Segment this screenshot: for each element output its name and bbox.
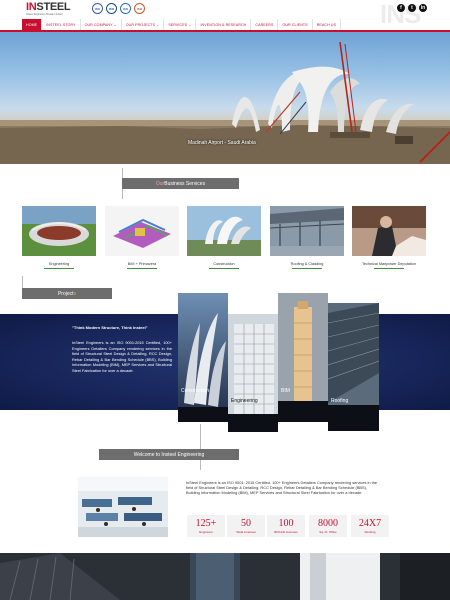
nav-reach-us[interactable]: REACH US	[313, 19, 342, 30]
logo-wordmark: INSTEEL	[26, 1, 71, 13]
service-label: Technical Manpower Deputation	[361, 262, 417, 266]
service-underline	[209, 268, 239, 269]
iso-badge-icon: ISO	[120, 3, 131, 14]
footer-building-image	[0, 553, 450, 600]
engineering-image	[22, 206, 96, 256]
nav-insteel-story[interactable]: INSTEEL STORY	[42, 19, 81, 30]
service-card-construction[interactable]: Construction	[187, 206, 261, 269]
projects-heading: "Think Modern Structure, Think Insteel"	[72, 325, 148, 330]
nav-careers[interactable]: CAREERS	[251, 19, 279, 30]
section-connector-line	[122, 189, 123, 199]
section-connector-line	[122, 168, 123, 178]
stat-tekla-licenses: 50 Tekla Licenses	[227, 515, 265, 537]
service-label: Engineering	[48, 262, 70, 266]
facebook-icon[interactable]: f	[397, 4, 405, 12]
nav-our-company[interactable]: OUR COMPANY ⌄	[81, 19, 122, 30]
iso-badge-icon: ISO	[92, 3, 103, 14]
projects-title-bar: Project s	[22, 288, 112, 299]
project-card-construction[interactable]: Construction	[178, 293, 228, 422]
construction-project-image	[178, 293, 228, 422]
project-card-label: Engineering	[231, 398, 258, 404]
nav-our-clients[interactable]: OUR CLIENTS	[278, 19, 313, 30]
service-card-manpower[interactable]: Technical Manpower Deputation	[352, 206, 426, 269]
stat-office-size: 8000 Sq. Ft. Office	[309, 515, 347, 537]
service-card-engineering[interactable]: Engineering	[22, 206, 96, 269]
projects-title-prefix: Project	[57, 290, 74, 297]
linkedin-icon[interactable]: in	[419, 4, 427, 12]
stat-bocad-licenses: 100 BOCAD Licenses	[267, 515, 305, 537]
bim-image	[105, 206, 179, 256]
stat-engineers: 125+ Engineers	[187, 515, 225, 537]
stat-label: Sq. Ft. Office	[319, 530, 337, 534]
project-card-label: Construction	[181, 388, 210, 394]
office-image	[78, 477, 168, 537]
stat-value: 50	[241, 518, 251, 529]
section-connector-line	[200, 460, 201, 470]
nav-our-projects[interactable]: OUR PROJECTS ⌄	[122, 19, 165, 30]
iso-badge-icon: ISO	[106, 3, 117, 14]
service-label: Construction	[213, 262, 235, 266]
page: INSTEEL Insteel Engineers Private Limite…	[0, 0, 450, 600]
main-nav: HOME INSTEEL STORY OUR COMPANY ⌄ OUR PRO…	[22, 19, 342, 30]
project-card-bim[interactable]: BIM	[278, 293, 328, 422]
certification-badges: ISO ISO ISO ISO	[92, 3, 145, 14]
services-title-prefix: Our	[155, 180, 165, 187]
services-title-rest: Business Services	[164, 180, 206, 187]
section-connector-line	[200, 424, 201, 449]
stat-label: BOCAD Licenses	[274, 530, 298, 534]
stat-value: 125+	[195, 518, 217, 529]
nav-invention-research[interactable]: INVENTION & RESEARCH	[196, 19, 252, 30]
bim-project-image	[278, 293, 328, 422]
service-underline	[44, 268, 74, 269]
project-card-engineering[interactable]: Engineering	[228, 314, 278, 432]
stat-label: Tekla Licenses	[236, 530, 256, 534]
service-underline	[127, 268, 157, 269]
projects-description: InSteel Engineers is an ISO 9001:2015 Ce…	[72, 340, 172, 373]
iso-badge-icon: ISO	[134, 3, 145, 14]
service-underline	[374, 268, 404, 269]
stat-value: 100	[278, 518, 294, 529]
roofing-image	[270, 206, 344, 256]
hero-caption: Madinah Airport - Saudi Arabia	[188, 140, 256, 146]
about-description: InSteel Engineers is an ISO 9001: 2015 C…	[186, 480, 378, 496]
twitter-icon[interactable]: t	[408, 4, 416, 12]
about-title-bar: Welcome to Insteel Engineering	[99, 449, 239, 460]
service-underline	[292, 268, 322, 269]
nav-services[interactable]: SERVICES ⌄	[164, 19, 197, 30]
roofing-project-image	[328, 303, 379, 431]
project-card-label: BIM	[281, 388, 290, 394]
site-header: INSTEEL Insteel Engineers Private Limite…	[0, 0, 450, 30]
stat-value: 24X7	[358, 518, 382, 529]
insteel-logo[interactable]: INSTEEL Insteel Engineers Private Limite…	[26, 1, 71, 18]
section-connector-line	[22, 276, 23, 288]
engineering-project-image	[228, 314, 278, 432]
service-card-bim[interactable]: BIM + Primavera	[105, 206, 179, 269]
stat-label: Engineers	[199, 530, 213, 534]
services-title-bar: Our Business Services	[122, 178, 239, 189]
construction-image	[187, 206, 261, 256]
manpower-image	[352, 206, 426, 256]
stat-value: 8000	[318, 518, 338, 529]
service-label: Roofing & Cladding	[290, 262, 324, 266]
service-card-roofing[interactable]: Roofing & Cladding	[270, 206, 344, 269]
logo-tagline: Insteel Engineers Private Limited	[26, 13, 63, 16]
hero-slider[interactable]: Madinah Airport - Saudi Arabia	[0, 32, 450, 164]
service-label: BIM + Primavera	[127, 262, 157, 266]
project-card-label: Roofing	[331, 398, 349, 404]
nav-home[interactable]: HOME	[22, 19, 43, 30]
projects-title-rest: s	[73, 290, 77, 297]
stat-working-hours: 24X7 Working	[351, 515, 389, 537]
stat-label: Working	[364, 530, 376, 534]
project-card-roofing[interactable]: Roofing	[328, 303, 379, 431]
